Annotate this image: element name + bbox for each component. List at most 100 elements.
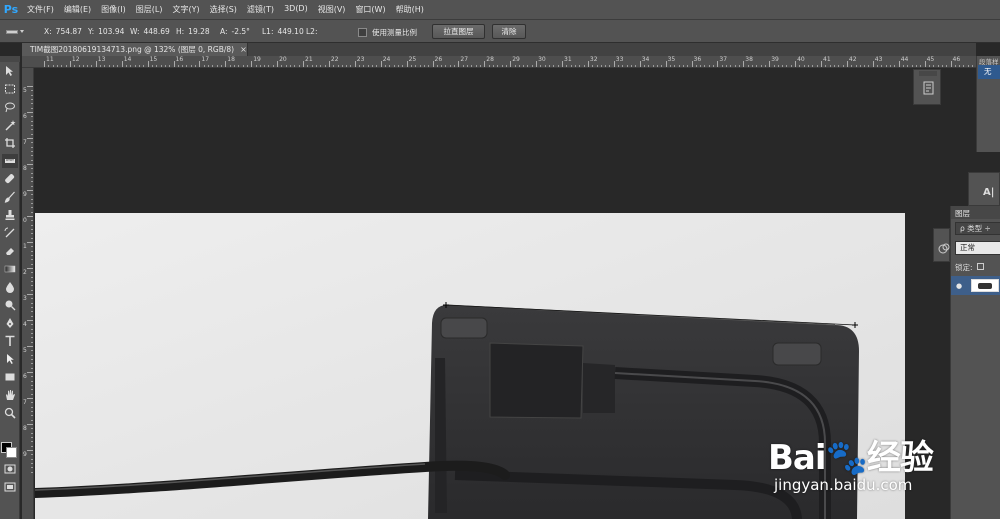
use-measurement-scale-checkbox[interactable]: 使用测量比例 bbox=[358, 27, 417, 38]
quick-mask-icon[interactable] bbox=[2, 462, 18, 476]
menu-item[interactable]: 图像(I) bbox=[96, 4, 131, 15]
background-color-swatch[interactable] bbox=[6, 447, 17, 458]
blur-tool-icon[interactable] bbox=[2, 280, 18, 294]
layers-tab[interactable]: 图层 bbox=[955, 208, 970, 219]
ruler-minor-tick bbox=[713, 65, 715, 67]
eye-icon[interactable]: ● bbox=[956, 282, 962, 290]
ruler-minor-tick bbox=[954, 65, 956, 67]
brush-tool-icon[interactable] bbox=[2, 190, 18, 204]
panel-toggle-icon[interactable] bbox=[914, 70, 942, 106]
ruler-minor-tick bbox=[877, 65, 879, 67]
clone-stamp-tool-icon[interactable] bbox=[2, 208, 18, 222]
ruler-tick bbox=[536, 61, 538, 67]
ruler-minor-tick bbox=[31, 259, 33, 261]
ruler-minor-tick bbox=[31, 129, 33, 131]
lock-pixels-icon[interactable] bbox=[976, 263, 984, 270]
straighten-layer-button[interactable]: 拉直图层 bbox=[432, 24, 485, 39]
healing-brush-tool-icon[interactable] bbox=[2, 172, 18, 186]
ruler-minor-tick bbox=[31, 185, 33, 187]
crop-tool-icon[interactable] bbox=[2, 136, 18, 150]
menu-item[interactable]: 3D(D) bbox=[279, 4, 313, 15]
layer-kind-filter[interactable]: ρ 类型 ÷ bbox=[955, 222, 1000, 235]
menu-item[interactable]: 图层(L) bbox=[131, 4, 168, 15]
vertical-ruler[interactable]: 5 6 7 8 9 0 1 2 3 4 5 6 7 8 9 bbox=[22, 68, 34, 519]
ruler-minor-tick bbox=[397, 65, 399, 67]
ruler-label: 0 bbox=[23, 217, 27, 224]
ruler-tick bbox=[27, 216, 33, 217]
ruler-minor-tick bbox=[31, 341, 33, 343]
magic-wand-tool-icon[interactable] bbox=[2, 118, 18, 132]
menu-item[interactable]: 滤镜(T) bbox=[242, 4, 279, 15]
menu-item[interactable]: 文件(F) bbox=[22, 4, 59, 15]
ruler-label: 20 bbox=[279, 56, 287, 63]
hand-tool-icon[interactable] bbox=[2, 388, 18, 402]
ruler-minor-tick bbox=[868, 65, 870, 67]
character-panel-icon[interactable]: A| bbox=[983, 187, 994, 198]
ruler-minor-tick bbox=[367, 65, 369, 67]
ruler-minor-tick bbox=[208, 65, 210, 67]
clear-button[interactable]: 清除 bbox=[492, 24, 526, 39]
ruler-tick bbox=[95, 61, 97, 67]
path-selection-tool-icon[interactable] bbox=[2, 352, 18, 366]
document-tab[interactable]: TIM截图20180619134713.png @ 132% (图层 0, RG… bbox=[22, 43, 248, 56]
ruler-minor-tick bbox=[31, 302, 33, 304]
ruler-minor-tick bbox=[177, 65, 179, 67]
close-icon[interactable]: × bbox=[240, 45, 247, 54]
collapsed-panel-strip[interactable] bbox=[933, 228, 950, 262]
checkbox-box[interactable] bbox=[358, 28, 367, 37]
ruler-minor-tick bbox=[894, 65, 896, 67]
ruler-minor-tick bbox=[523, 65, 525, 67]
ruler-minor-tick bbox=[169, 65, 171, 67]
gradient-tool-icon[interactable] bbox=[2, 262, 18, 276]
ruler-label: 32 bbox=[589, 56, 598, 63]
marquee-tool-icon[interactable] bbox=[2, 82, 18, 96]
ruler-icon[interactable] bbox=[6, 25, 30, 38]
blend-mode-select[interactable]: 正常 bbox=[955, 241, 1000, 255]
ruler-minor-tick bbox=[31, 471, 33, 473]
menu-item[interactable]: 选择(S) bbox=[205, 4, 242, 15]
toolbar-grip[interactable] bbox=[0, 56, 20, 62]
ruler-minor-tick bbox=[963, 65, 965, 67]
menu-item[interactable]: 帮助(H) bbox=[391, 4, 429, 15]
ruler-minor-tick bbox=[31, 428, 33, 430]
adjustment-icon[interactable] bbox=[934, 229, 951, 263]
ruler-minor-tick bbox=[656, 65, 658, 67]
color-swatches[interactable] bbox=[0, 436, 20, 460]
menu-item[interactable]: 文字(Y) bbox=[167, 4, 204, 15]
horizontal-ruler[interactable]: 11 12 13 14 15 16 17 18 19 20 21 22 23 24 25 26 27 28 29 30… bbox=[22, 56, 976, 68]
ruler-minor-tick bbox=[151, 65, 153, 67]
measurement-field: Y: 103.94 bbox=[88, 27, 124, 36]
paragraph-style-none[interactable]: 无 bbox=[978, 65, 1000, 79]
rectangle-tool-icon[interactable] bbox=[2, 370, 18, 384]
ruler-minor-tick bbox=[48, 65, 50, 67]
menu-item[interactable]: 编辑(E) bbox=[59, 4, 96, 15]
history-brush-tool-icon[interactable] bbox=[2, 226, 18, 240]
zoom-tool-icon[interactable] bbox=[2, 406, 18, 420]
lasso-tool-icon[interactable] bbox=[2, 100, 18, 114]
ruler-minor-tick bbox=[808, 65, 810, 67]
dodge-tool-icon[interactable] bbox=[2, 298, 18, 312]
ruler-tool-icon[interactable] bbox=[2, 154, 18, 168]
eraser-tool-icon[interactable] bbox=[2, 244, 18, 258]
ruler-minor-tick bbox=[462, 65, 464, 67]
ruler-tick bbox=[872, 61, 874, 67]
type-tool-icon[interactable] bbox=[2, 334, 18, 348]
pen-tool-icon[interactable] bbox=[2, 316, 18, 330]
ruler-minor-tick bbox=[255, 65, 257, 67]
measurement-field: L2: bbox=[306, 27, 321, 36]
ruler-minor-tick bbox=[372, 65, 374, 67]
menu-item[interactable]: 视图(V) bbox=[313, 4, 351, 15]
ruler-minor-tick bbox=[402, 65, 404, 67]
ruler-minor-tick bbox=[156, 65, 158, 67]
screen-mode-icon[interactable] bbox=[2, 480, 18, 494]
move-tool-icon[interactable] bbox=[2, 64, 18, 78]
layer-row[interactable]: ● bbox=[951, 276, 1000, 295]
ruler-minor-tick bbox=[333, 65, 335, 67]
ruler-minor-tick bbox=[138, 65, 140, 67]
menu-item[interactable]: 窗口(W) bbox=[350, 4, 390, 15]
character-panel-strip[interactable]: A| bbox=[968, 172, 1000, 206]
ruler-minor-tick bbox=[531, 65, 533, 67]
ruler-tick bbox=[173, 61, 175, 67]
collapsed-panel-dock[interactable] bbox=[913, 69, 941, 105]
ruler-minor-tick bbox=[31, 155, 33, 157]
